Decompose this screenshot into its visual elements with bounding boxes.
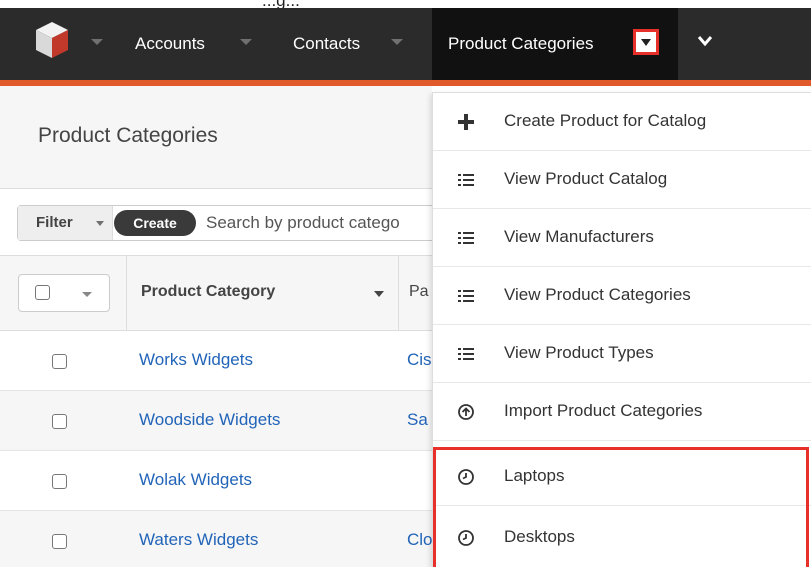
search-input[interactable]: Search by product catego [206, 213, 400, 233]
list-header: Product Categories [0, 86, 432, 189]
row-next-link[interactable]: Sa [407, 410, 428, 430]
create-filter-pill[interactable]: Create [114, 210, 196, 236]
row-checkbox[interactable] [52, 474, 67, 489]
contacts-caret-icon[interactable] [391, 39, 403, 45]
plus-icon [458, 114, 474, 130]
list-icon [458, 232, 474, 244]
select-all-checkbox[interactable] [35, 285, 50, 300]
top-navbar [0, 8, 811, 80]
menu-item-label: View Product Catalog [504, 169, 668, 188]
menu-item-view-product-catalog[interactable]: View Product Catalog [433, 151, 811, 209]
filter-label: Filter [36, 214, 73, 231]
list-icon [458, 348, 474, 360]
menu-item-recent-laptops[interactable]: Laptops [433, 448, 811, 506]
list-icon [458, 290, 474, 302]
clock-icon [458, 530, 474, 546]
select-all-control[interactable] [18, 274, 110, 312]
menu-item-view-product-types[interactable]: View Product Types [433, 325, 811, 383]
menu-item-label: Desktops [504, 527, 575, 546]
column-header-next[interactable]: Pa [409, 283, 429, 301]
table-row: Woodside Widgets Sa [0, 391, 432, 451]
table-row: Waters Widgets Clo [0, 511, 433, 567]
row-checkbox[interactable] [52, 534, 67, 549]
menu-item-label: View Manufacturers [504, 227, 654, 246]
accounts-caret-icon[interactable] [240, 39, 252, 45]
menu-item-label: Create Product for Catalog [504, 111, 707, 130]
nav-tab-product-categories[interactable]: Product Categories [448, 34, 594, 54]
clock-icon [458, 469, 474, 485]
filter-caret-icon [96, 221, 104, 226]
menu-item-label: Laptops [504, 466, 565, 485]
filter-button[interactable]: Filter [18, 206, 113, 240]
select-all-caret-icon[interactable] [82, 292, 92, 297]
row-name-link[interactable]: Works Widgets [139, 350, 253, 370]
column-header-product-category[interactable]: Product Category [141, 283, 275, 301]
app-logo-cube-icon[interactable] [34, 20, 70, 60]
nav-tab-accounts[interactable]: Accounts [135, 34, 205, 54]
header-divider [398, 256, 399, 331]
page-title: Product Categories [38, 124, 218, 147]
header-divider [126, 256, 127, 331]
row-checkbox[interactable] [52, 414, 67, 429]
row-checkbox[interactable] [52, 354, 67, 369]
row-next-link[interactable]: Clo [407, 530, 433, 550]
row-next-link[interactable]: Cis [407, 350, 432, 370]
nav-tab-contacts[interactable]: Contacts [293, 34, 360, 54]
row-name-link[interactable]: Wolak Widgets [139, 470, 252, 490]
menu-item-create-product[interactable]: Create Product for Catalog [433, 93, 811, 151]
upload-circle-icon [458, 404, 474, 420]
row-name-link[interactable]: Woodside Widgets [139, 410, 280, 430]
menu-item-label: Import Product Categories [504, 401, 703, 420]
product-categories-dropdown-button[interactable] [633, 29, 659, 55]
menu-item-label: View Product Categories [504, 285, 691, 304]
filter-row: Filter Create Search by product catego [0, 189, 437, 256]
top-cutoff-strip: ...g... [0, 0, 811, 8]
menu-item-import-product-categories[interactable]: Import Product Categories [433, 383, 811, 441]
row-name-link[interactable]: Waters Widgets [139, 530, 258, 550]
menu-item-label: View Product Types [504, 343, 654, 362]
table-header: Product Category Pa [0, 256, 432, 331]
product-categories-dropdown-menu: Create Product for Catalog View Product … [432, 92, 811, 567]
menu-item-view-manufacturers[interactable]: View Manufacturers [433, 209, 811, 267]
table-row: Works Widgets Cis [0, 331, 432, 391]
table-row: Wolak Widgets [0, 451, 432, 511]
logo-menu-caret-icon[interactable] [91, 39, 103, 45]
menu-item-view-product-categories[interactable]: View Product Categories [433, 267, 811, 325]
sort-caret-icon[interactable] [374, 291, 384, 297]
menu-item-recent-desktops[interactable]: Desktops [433, 509, 811, 567]
cutoff-text: ...g... [262, 0, 300, 8]
search-filter-box: Filter Create Search by product catego [17, 205, 437, 241]
list-icon [458, 174, 474, 186]
more-tabs-chevron-icon[interactable] [697, 33, 713, 49]
